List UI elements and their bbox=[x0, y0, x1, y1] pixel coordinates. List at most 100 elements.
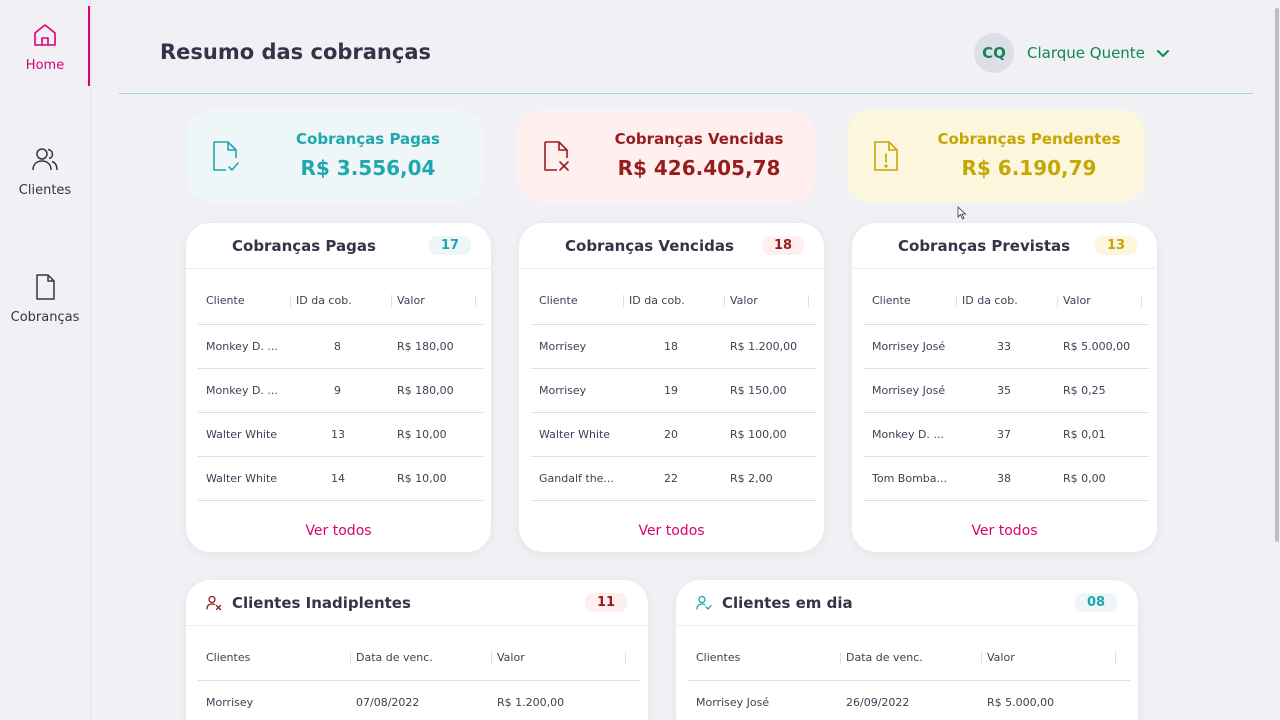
table-card-defaulters: Clientes Inadiplentes 11 Clientes Data d… bbox=[186, 580, 648, 720]
column-header: Clientes bbox=[206, 651, 251, 664]
cell-value: R$ 100,00 bbox=[730, 428, 787, 441]
cell-value: R$ 0,25 bbox=[1063, 384, 1106, 397]
nav-item-home[interactable]: Home bbox=[0, 6, 90, 86]
table-row[interactable]: Morrisey 18 R$ 1.200,00 bbox=[531, 325, 816, 369]
table-row[interactable]: Monkey D. ... 37 R$ 0,01 bbox=[864, 413, 1149, 457]
cell-client: Morrisey bbox=[539, 340, 587, 353]
cell-client: Walter White bbox=[206, 472, 278, 485]
view-all-link[interactable]: Ver todos bbox=[519, 523, 824, 539]
summary-card-pending: Cobranças Pendentes R$ 6.190,79 bbox=[847, 110, 1145, 202]
cell-value: R$ 0,00 bbox=[1063, 472, 1106, 485]
cell-id: 20 bbox=[664, 428, 678, 441]
cell-id: 9 bbox=[334, 384, 341, 397]
table-row[interactable]: Morrisey José 33 R$ 5.000,00 bbox=[864, 325, 1149, 369]
column-header: Valor bbox=[1063, 294, 1091, 307]
cell-value: R$ 180,00 bbox=[397, 340, 454, 353]
mouse-cursor-icon bbox=[957, 206, 967, 220]
column-header: Valor bbox=[730, 294, 758, 307]
nav-item-clients[interactable]: Clientes bbox=[0, 145, 90, 198]
document-alert-icon bbox=[874, 141, 898, 171]
column-header: Cliente bbox=[539, 294, 578, 307]
table-header: Clientes Data de venc. Valor bbox=[198, 636, 640, 681]
table-row[interactable]: Tom Bomba... 38 R$ 0,00 bbox=[864, 457, 1149, 501]
table-row[interactable]: Morrisey José 26/09/2022 R$ 5.000,00 bbox=[688, 681, 1130, 720]
table-row[interactable]: Monkey D. ... 9 R$ 180,00 bbox=[198, 369, 483, 413]
cell-id: 18 bbox=[664, 340, 678, 353]
cell-value: R$ 10,00 bbox=[397, 472, 447, 485]
table-header: Cliente ID da cob. Valor bbox=[531, 279, 816, 325]
cell-due-date: 07/08/2022 bbox=[356, 696, 420, 709]
users-icon bbox=[32, 148, 58, 171]
cell-value: R$ 5.000,00 bbox=[1063, 340, 1131, 353]
table-row[interactable]: Morrisey 07/08/2022 R$ 1.200,00 bbox=[198, 681, 640, 720]
cell-client: Morrisey José bbox=[872, 340, 946, 353]
table-row[interactable]: Walter White 14 R$ 10,00 bbox=[198, 457, 483, 501]
table-row[interactable]: Morrisey José 35 R$ 0,25 bbox=[864, 369, 1149, 413]
nav-item-charges[interactable]: Cobranças bbox=[0, 272, 90, 325]
cell-value: R$ 10,00 bbox=[397, 428, 447, 441]
summary-card-overdue: Cobranças Vencidas R$ 426.405,78 bbox=[517, 110, 815, 202]
column-header: Valor bbox=[497, 651, 525, 664]
table-row[interactable]: Morrisey 19 R$ 150,00 bbox=[531, 369, 816, 413]
summary-pending-value: R$ 6.190,79 bbox=[961, 156, 1097, 180]
scrollbar-thumb[interactable] bbox=[1275, 8, 1279, 542]
table-row[interactable]: Walter White 20 R$ 100,00 bbox=[531, 413, 816, 457]
nav-home-label: Home bbox=[25, 58, 65, 73]
column-header: Data de venc. bbox=[846, 651, 923, 664]
column-header: Valor bbox=[397, 294, 425, 307]
cell-client: Gandalf the... bbox=[539, 472, 614, 485]
cell-id: 35 bbox=[997, 384, 1011, 397]
cell-id: 8 bbox=[334, 340, 341, 353]
table-header: Cliente ID da cob. Valor bbox=[864, 279, 1149, 325]
cell-client: Walter White bbox=[539, 428, 611, 441]
user-name[interactable]: Clarque Quente bbox=[1027, 44, 1145, 62]
user-check-icon bbox=[696, 595, 712, 610]
home-icon bbox=[34, 24, 56, 46]
avatar[interactable]: CQ bbox=[974, 33, 1014, 73]
nav-charges-label: Cobranças bbox=[10, 310, 80, 325]
column-header: ID da cob. bbox=[962, 294, 1018, 307]
user-menu[interactable]: CQ Clarque Quente bbox=[974, 33, 1171, 73]
page-title: Resumo das cobranças bbox=[160, 40, 432, 64]
cell-client: Monkey D. ... bbox=[206, 340, 278, 353]
summary-card-paid: Cobranças Pagas R$ 3.556,04 bbox=[186, 110, 484, 202]
cell-id: 38 bbox=[997, 472, 1011, 485]
view-all-link[interactable]: Ver todos bbox=[186, 523, 491, 539]
column-header: Clientes bbox=[696, 651, 741, 664]
summary-paid-value: R$ 3.556,04 bbox=[300, 156, 436, 180]
cell-client: Morrisey José bbox=[872, 384, 946, 397]
sidebar: Home Clientes Cobranças bbox=[0, 0, 91, 720]
column-header: Cliente bbox=[206, 294, 245, 307]
cell-value: R$ 5.000,00 bbox=[987, 696, 1055, 709]
nav-clients-label: Clientes bbox=[18, 183, 72, 198]
cell-value: R$ 0,01 bbox=[1063, 428, 1106, 441]
cell-client: Morrisey José bbox=[696, 696, 770, 709]
chevron-down-icon[interactable] bbox=[1155, 45, 1171, 61]
table-paid-title: Cobranças Pagas bbox=[232, 237, 376, 255]
table-card-paid: Cobranças Pagas 17 Cliente ID da cob. Va… bbox=[186, 223, 491, 552]
table-defaulters-title: Clientes Inadiplentes bbox=[232, 594, 411, 612]
table-row[interactable]: Walter White 13 R$ 10,00 bbox=[198, 413, 483, 457]
view-all-link[interactable]: Ver todos bbox=[852, 523, 1157, 539]
header-divider bbox=[119, 93, 1253, 94]
summary-overdue-value: R$ 426.405,78 bbox=[617, 156, 781, 180]
table-overdue-title: Cobranças Vencidas bbox=[565, 237, 734, 255]
cell-id: 13 bbox=[331, 428, 345, 441]
table-uptodate-count: 08 bbox=[1075, 593, 1117, 612]
cell-value: R$ 1.200,00 bbox=[730, 340, 798, 353]
table-header: Clientes Data de venc. Valor bbox=[688, 636, 1130, 681]
table-row[interactable]: Gandalf the... 22 R$ 2,00 bbox=[531, 457, 816, 501]
summary-pending-label: Cobranças Pendentes bbox=[937, 130, 1121, 148]
document-x-icon bbox=[544, 141, 569, 171]
table-card-uptodate: Clientes em dia 08 Clientes Data de venc… bbox=[676, 580, 1138, 720]
page-scrollbar[interactable] bbox=[1274, 0, 1280, 720]
column-header: Valor bbox=[987, 651, 1015, 664]
table-expected-count: 13 bbox=[1095, 236, 1137, 255]
column-header: Data de venc. bbox=[356, 651, 433, 664]
cell-value: R$ 2,00 bbox=[730, 472, 773, 485]
table-overdue-count: 18 bbox=[762, 236, 804, 255]
cell-client: Tom Bomba... bbox=[872, 472, 947, 485]
table-row[interactable]: Monkey D. ... 8 R$ 180,00 bbox=[198, 325, 483, 369]
table-expected-title: Cobranças Previstas bbox=[898, 237, 1071, 255]
table-card-overdue: Cobranças Vencidas 18 Cliente ID da cob.… bbox=[519, 223, 824, 552]
